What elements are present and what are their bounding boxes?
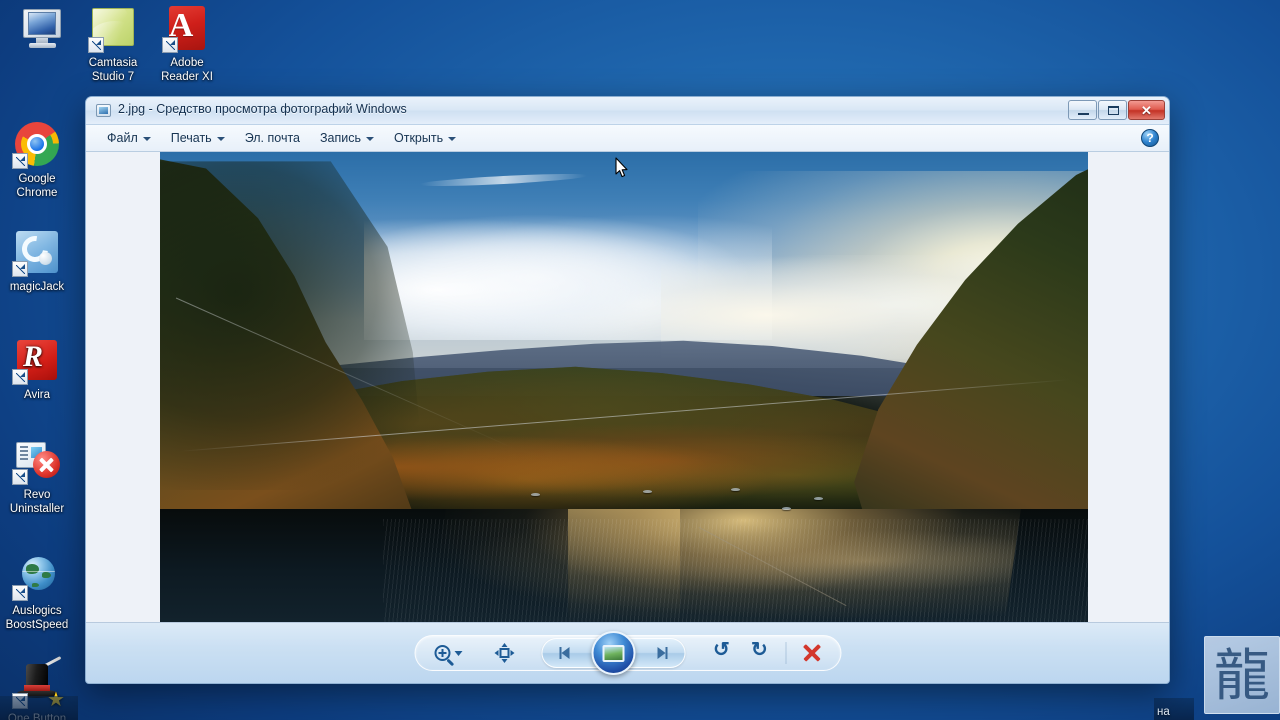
next-icon bbox=[651, 647, 667, 659]
avira-icon: R bbox=[12, 336, 61, 385]
photo-boat bbox=[730, 488, 740, 492]
dragon-gadget[interactable]: 龍 bbox=[1204, 636, 1280, 714]
minimize-button[interactable] bbox=[1068, 100, 1097, 120]
desktop-icon-magicjack[interactable]: magicJack bbox=[0, 228, 80, 294]
shortcut-arrow-icon bbox=[12, 261, 28, 277]
photo-viewer-window: 2.jpg - Средство просмотра фотографий Wi… bbox=[85, 96, 1170, 684]
chevron-down-icon bbox=[216, 137, 225, 141]
desktop-icon-label-2: Chrome bbox=[16, 187, 58, 199]
menu-item-label: Файл bbox=[107, 131, 138, 145]
desktop-icon-revo-uninstaller[interactable]: Revo Uninstaller bbox=[0, 436, 80, 516]
desktop-icon-label: Avira bbox=[24, 389, 50, 401]
chevron-down-icon bbox=[448, 137, 457, 141]
desktop-icon-label-2: Reader XI bbox=[161, 71, 213, 83]
menu-item-file[interactable]: Файл bbox=[98, 128, 160, 149]
computer-icon bbox=[19, 4, 67, 52]
dragon-icon: 龍 bbox=[1214, 644, 1270, 707]
window-title: 2.jpg - Средство просмотра фотографий Wi… bbox=[118, 102, 407, 116]
menu-item-email[interactable]: Эл. почта bbox=[236, 128, 309, 149]
taskbar-fragment-right[interactable]: на bbox=[1154, 698, 1194, 720]
desktop-icon-avira[interactable]: R Avira bbox=[0, 336, 80, 402]
menu-item-open[interactable]: Открыть bbox=[385, 128, 465, 149]
slideshow-icon bbox=[602, 644, 624, 662]
menu-item-label: Эл. почта bbox=[244, 131, 300, 145]
menu-item-print[interactable]: Печать bbox=[162, 128, 234, 149]
canvas-matte-left bbox=[86, 152, 160, 622]
shortcut-arrow-icon bbox=[12, 469, 28, 485]
navigation-cluster bbox=[541, 631, 685, 675]
close-button[interactable]: ✕ bbox=[1128, 100, 1165, 120]
menu-item-label: Открыть bbox=[394, 131, 444, 145]
photo-water-ripples bbox=[382, 518, 1088, 622]
menu-item-label: Запись bbox=[320, 131, 362, 145]
shortcut-arrow-icon bbox=[12, 153, 28, 169]
delete-button[interactable] bbox=[792, 638, 830, 668]
zoom-button[interactable] bbox=[425, 638, 471, 668]
photo-boat bbox=[531, 492, 541, 496]
rotate-left-button[interactable]: ↺ bbox=[703, 638, 741, 668]
revo-uninstaller-icon bbox=[12, 436, 61, 485]
viewer-toolbar: ↺ ↻ bbox=[86, 623, 1169, 683]
desktop-icon-label: magicJack bbox=[9, 281, 65, 293]
shortcut-arrow-icon bbox=[88, 37, 104, 53]
desktop-icon-label: Revo bbox=[23, 489, 51, 501]
shortcut-arrow-icon bbox=[12, 369, 28, 385]
camtasia-studio-icon bbox=[88, 4, 137, 53]
desktop-icon-google-chrome[interactable]: Google Chrome bbox=[0, 120, 80, 200]
toolbar-divider bbox=[785, 642, 786, 664]
chevron-down-icon bbox=[454, 650, 462, 656]
magicjack-icon bbox=[12, 228, 61, 277]
menu-item-burn[interactable]: Запись bbox=[311, 128, 383, 149]
fit-to-window-icon bbox=[494, 643, 514, 663]
google-chrome-icon bbox=[12, 120, 61, 169]
help-icon[interactable] bbox=[1141, 129, 1159, 147]
rotate-right-button[interactable]: ↻ bbox=[741, 638, 779, 668]
zoom-in-icon bbox=[434, 645, 450, 661]
fit-to-window-button[interactable] bbox=[485, 638, 523, 668]
desktop-icon-adobe-reader-xi[interactable]: A Adobe Reader XI bbox=[144, 4, 230, 84]
taskbar-text: на bbox=[1157, 706, 1170, 718]
photo-viewer-app-icon bbox=[96, 104, 111, 117]
desktop-icon-label: Adobe bbox=[170, 57, 204, 69]
title-bar[interactable]: 2.jpg - Средство просмотра фотографий Wi… bbox=[86, 97, 1169, 125]
image-canvas[interactable] bbox=[86, 152, 1169, 623]
desktop-icon-auslogics-boostspeed[interactable]: Auslogics BoostSpeed bbox=[0, 552, 80, 632]
slideshow-button[interactable] bbox=[591, 631, 635, 675]
rotate-left-icon: ↺ bbox=[713, 639, 730, 661]
desktop-icon-label-2: BoostSpeed bbox=[5, 619, 69, 631]
menu-bar: Файл Печать Эл. почта Запись Открыть bbox=[86, 125, 1169, 152]
desktop-icon-label: Auslogics bbox=[12, 605, 62, 617]
shortcut-arrow-icon bbox=[12, 585, 28, 601]
desktop-icon-label: Google bbox=[18, 173, 56, 185]
desktop-icon-label-2: Uninstaller bbox=[9, 503, 65, 515]
window-controls: ✕ bbox=[1068, 100, 1165, 120]
auslogics-boostspeed-icon bbox=[12, 552, 61, 601]
delete-icon bbox=[802, 644, 820, 662]
chevron-down-icon bbox=[142, 137, 151, 141]
previous-icon bbox=[559, 647, 575, 659]
shortcut-arrow-icon bbox=[162, 37, 178, 53]
photo-image bbox=[160, 152, 1088, 622]
menu-item-label: Печать bbox=[170, 131, 212, 145]
adobe-reader-icon: A bbox=[162, 4, 211, 53]
canvas-matte-right bbox=[1088, 152, 1169, 622]
taskbar-fragment-left[interactable] bbox=[0, 696, 78, 720]
maximize-button[interactable] bbox=[1098, 100, 1127, 120]
toolbar-button-group: ↺ ↻ bbox=[414, 631, 841, 675]
photo-boat bbox=[781, 506, 791, 510]
mouse-cursor bbox=[615, 157, 629, 178]
chevron-down-icon bbox=[366, 137, 375, 141]
close-icon: ✕ bbox=[1141, 103, 1152, 118]
rotate-right-icon: ↻ bbox=[751, 639, 768, 661]
